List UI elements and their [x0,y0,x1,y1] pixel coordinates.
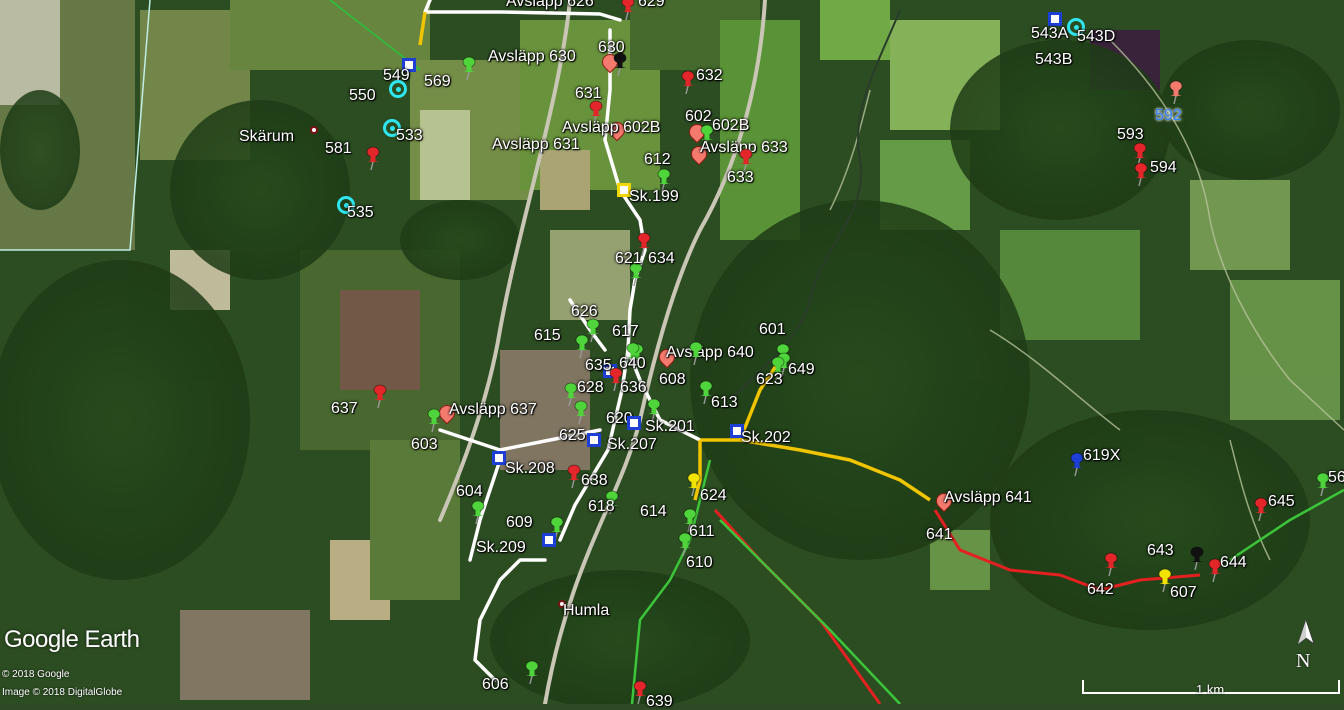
marker-label[interactable]: 609 [506,515,533,531]
marker-label[interactable]: 641 [926,527,953,543]
marker-label[interactable]: Sk.209 [476,540,526,556]
marker-label[interactable]: 594 [1150,160,1177,176]
marker-label[interactable]: Sk.207 [607,437,657,453]
waypoint-square-icon[interactable] [627,416,641,430]
marker-label[interactable]: 626 [571,304,598,320]
marker-label[interactable]: 543D [1077,29,1115,45]
marker-label[interactable]: 608 [659,372,686,388]
pushpin-icon[interactable] [688,341,704,366]
pushpin-icon[interactable] [566,464,582,489]
marker-label[interactable]: 601 [759,322,786,338]
waypoint-square-icon[interactable] [492,451,506,465]
pushpin-icon[interactable] [372,384,388,409]
marker-label[interactable]: 629 [638,0,665,10]
pushpin-icon[interactable] [1103,552,1119,577]
marker-label[interactable]: Avsläpp 641 [944,490,1032,506]
marker-label[interactable]: 602B [712,118,749,134]
marker-label[interactable]: 637 [331,401,358,417]
pushpin-icon[interactable] [461,56,477,81]
marker-label[interactable]: 618 [588,499,615,515]
marker-label[interactable]: 638 [581,473,608,489]
marker-label[interactable]: 632 [696,68,723,84]
marker-label[interactable]: 592 [1155,108,1182,124]
marker-label[interactable]: Avsläpp 630 [488,49,576,65]
place-label-skarum: Skärum [239,128,295,145]
pushpin-icon[interactable] [426,408,442,433]
marker-label[interactable]: 533 [396,128,423,144]
pushpin-icon[interactable] [470,500,486,525]
marker-label[interactable]: 604 [456,484,483,500]
marker-label[interactable]: 636 [620,380,647,396]
marker-label[interactable]: Avsläpp 640 [666,345,754,361]
marker-label[interactable]: Avsläpp 626 [506,0,594,10]
pushpin-icon[interactable] [1189,546,1205,571]
marker-label[interactable]: 581 [325,141,352,157]
place-label-humla: Humla [563,602,610,619]
pushpin-icon[interactable] [574,334,590,359]
marker-label[interactable]: 644 [1220,555,1247,571]
marker-label[interactable]: 634 [648,251,675,267]
copyright-google: © 2018 Google [2,669,70,680]
pushpin-icon[interactable] [365,146,381,171]
marker-label[interactable]: 543B [1035,52,1072,68]
waypoint-square-icon[interactable] [587,433,601,447]
marker-label[interactable]: Avsläpp 631 [492,137,580,153]
pushpin-icon[interactable] [524,660,540,685]
marker-label[interactable]: 631 [575,86,602,102]
pushpin-icon[interactable] [1133,162,1149,187]
marker-label[interactable]: 625 [559,428,586,444]
marker-label[interactable]: Sk.208 [505,461,555,477]
marker-label[interactable]: 619X [1083,448,1120,464]
pushpin-icon[interactable] [573,400,589,425]
marker-label[interactable]: 649 [788,362,815,378]
marker-label[interactable]: 624 [700,488,727,504]
marker-label[interactable]: 535 [347,205,374,221]
marker-label[interactable]: 628 [577,380,604,396]
pushpin-icon[interactable] [1253,497,1269,522]
marker-label[interactable]: 569 [424,74,451,90]
marker-label[interactable]: Sk.201 [645,419,695,435]
marker-label[interactable]: 606 [482,677,509,693]
marker-label[interactable]: 614 [640,504,667,520]
marker-label[interactable]: Avsläpp 602B [562,120,660,136]
marker-label[interactable]: 602 [685,109,712,125]
marker-label[interactable]: 543A [1031,26,1068,42]
pushpin-icon[interactable] [680,70,696,95]
marker-label[interactable]: 617 [612,324,639,340]
marker-label[interactable]: 639 [646,694,673,710]
copyright-imagery: Image © 2018 DigitalGlobe [2,687,123,698]
waypoint-square-icon[interactable] [542,533,556,547]
marker-label[interactable]: 56 [1328,470,1344,486]
pushpin-icon[interactable] [677,532,693,557]
pushpin-icon[interactable] [620,0,636,21]
marker-label[interactable]: 623 [756,372,783,388]
place-point-icon[interactable] [310,126,318,134]
marker-label[interactable]: 643 [1147,543,1174,559]
marker-label[interactable]: 593 [1117,127,1144,143]
marker-label[interactable]: 615 [534,328,561,344]
marker-label[interactable]: 607 [1170,585,1197,601]
waypoint-square-icon[interactable] [1048,12,1062,26]
circle-marker-icon[interactable] [389,80,407,98]
marker-label[interactable]: Sk.202 [741,430,791,446]
marker-label[interactable]: 612 [644,152,671,168]
marker-label[interactable]: 642 [1087,582,1114,598]
marker-label[interactable]: 633 [727,170,754,186]
marker-label[interactable]: 550 [349,88,376,104]
marker-label[interactable]: 603 [411,437,438,453]
marker-label[interactable]: 610 [686,555,713,571]
scale-label: 1 km [1196,682,1225,697]
marker-label[interactable]: 613 [711,395,738,411]
marker-label[interactable]: 645 [1268,494,1295,510]
marker-label[interactable]: Sk.199 [629,189,679,205]
pushpin-icon[interactable] [1168,80,1184,105]
pushpin-icon[interactable] [612,52,628,77]
google-earth-logo: Google Earth [4,626,140,653]
north-label: N [1296,650,1311,672]
marker-label[interactable]: Avsläpp 637 [449,402,537,418]
